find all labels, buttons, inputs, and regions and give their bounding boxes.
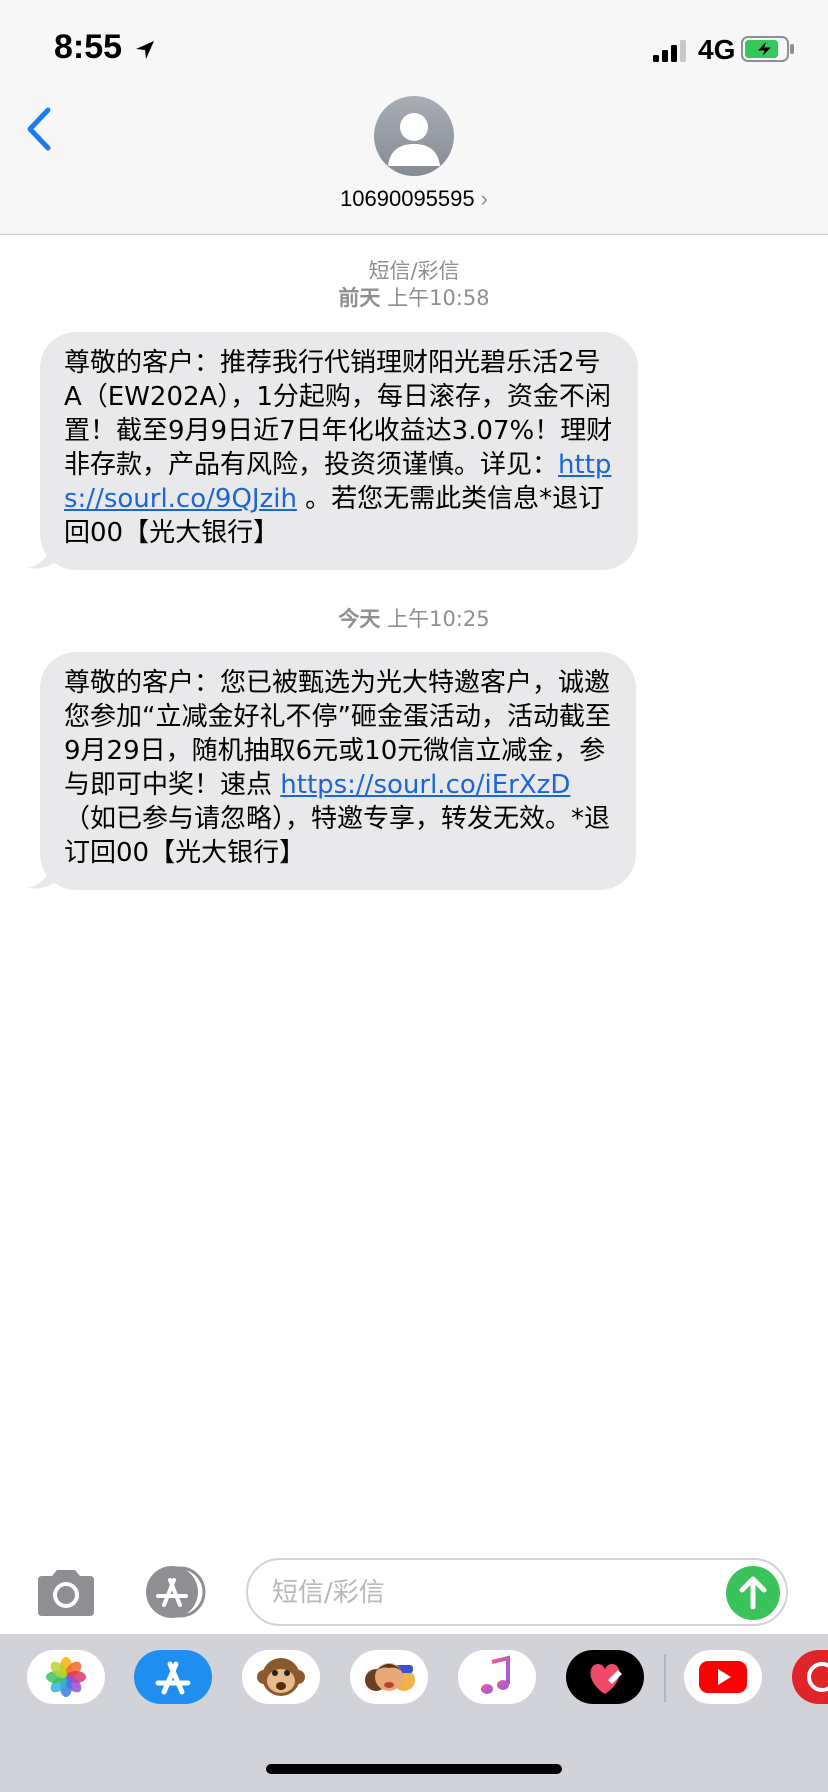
message-text: 尊敬的客户：推荐我行代销理财阳光碧乐活2号A（EW202A），1分起购，每日滚存… [64, 348, 613, 480]
contact-name-button[interactable]: 10690095595 › [0, 186, 828, 212]
app-store-app-icon[interactable] [134, 1650, 212, 1704]
app-store-icon[interactable] [140, 1566, 212, 1618]
animoji-monkey-icon[interactable] [242, 1650, 320, 1704]
message-bubble: 尊敬的客户：您已被甄选为光大特邀客户，诚邀您参加“立减金好礼不停”砸金蛋活动，活… [40, 652, 636, 890]
location-arrow-icon [136, 41, 154, 59]
status-time: 8:55 [54, 28, 123, 66]
timestamp-day: 今天 [338, 607, 381, 631]
photos-flower-icon [46, 1657, 86, 1697]
photos-app-icon[interactable] [27, 1650, 105, 1704]
app-store-glyph-icon [155, 1661, 191, 1695]
red-app-glyph-icon [807, 1662, 828, 1692]
message-timestamp: 短信/彩信 前天 上午10:58 [0, 258, 828, 312]
drawer-divider [664, 1654, 666, 1702]
red-app-icon[interactable] [792, 1650, 828, 1704]
send-button[interactable] [726, 1566, 780, 1620]
digital-touch-icon[interactable] [566, 1650, 644, 1704]
contact-number: 10690095595 [340, 186, 475, 211]
message-input[interactable] [270, 1560, 704, 1626]
message-text-tail: （如已参与请忽略），特邀专享，转发无效。*退订回00【光大银行】 [64, 804, 611, 868]
home-indicator[interactable] [266, 1764, 562, 1774]
battery-charging-icon [741, 36, 794, 62]
timestamp-day: 前天 [338, 286, 381, 310]
imessage-app-drawer [0, 1634, 828, 1792]
music-app-icon[interactable] [458, 1650, 536, 1704]
heart-touch-icon [590, 1664, 622, 1694]
compose-bar [0, 1544, 828, 1634]
contact-avatar-icon[interactable] [374, 96, 454, 176]
message-bubble: 尊敬的客户：推荐我行代销理财阳光碧乐活2号A（EW202A），1分起购，每日滚存… [40, 332, 638, 570]
send-arrow-icon [739, 1576, 767, 1610]
monkey-face-icon [257, 1658, 305, 1696]
conversation-header: 8:55 4G 10690095595 › [0, 0, 828, 235]
message-field[interactable] [246, 1558, 788, 1626]
status-bar: 8:55 4G [0, 0, 828, 100]
person-silhouette-icon [388, 113, 440, 166]
youtube-play-icon [699, 1661, 747, 1693]
camera-icon[interactable] [34, 1568, 98, 1618]
message-link[interactable]: https://sourl.co/iErXzD [280, 770, 570, 800]
memoji-faces-icon [365, 1663, 415, 1691]
timestamp-time: 上午10:58 [387, 286, 490, 310]
back-chevron-icon[interactable] [22, 104, 58, 154]
messages-screen: 8:55 4G 10690095595 › 短信/彩信 前天 上午10:58 尊… [0, 0, 828, 1792]
memoji-icon[interactable] [350, 1650, 428, 1704]
message-timestamp: 今天 上午10:25 [0, 606, 828, 633]
youtube-app-icon[interactable] [684, 1650, 762, 1704]
chevron-right-icon: › [480, 186, 488, 211]
music-note-icon [481, 1655, 510, 1694]
timestamp-time: 上午10:25 [387, 607, 490, 631]
signal-bars-icon [653, 40, 686, 62]
network-type: 4G [698, 34, 736, 65]
service-label: 短信/彩信 [368, 259, 460, 283]
